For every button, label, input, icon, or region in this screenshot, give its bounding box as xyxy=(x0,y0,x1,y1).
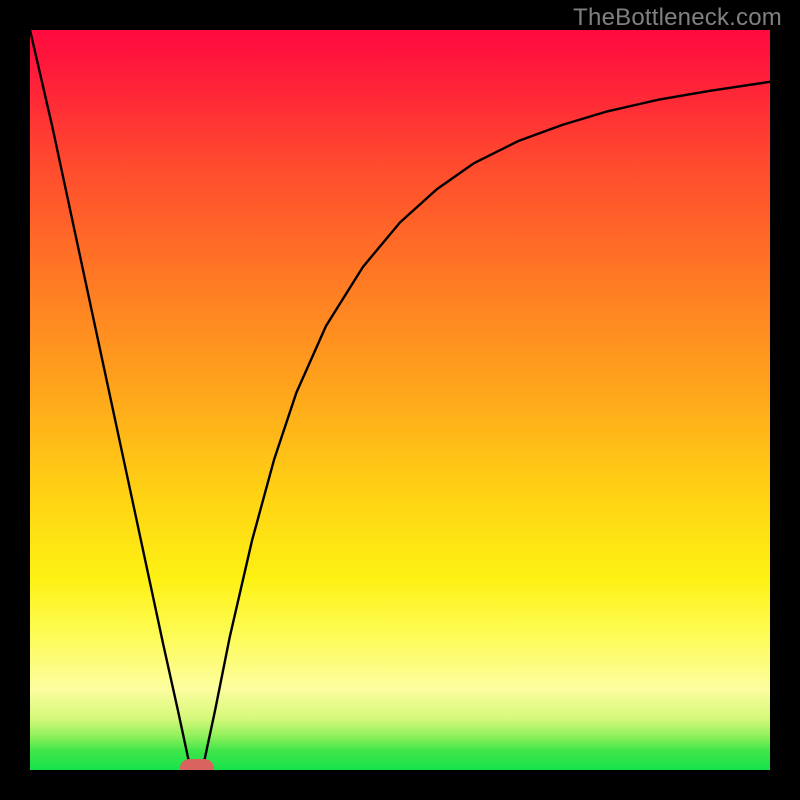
plot-area xyxy=(30,30,770,770)
bottleneck-curve xyxy=(30,30,770,770)
optimum-marker xyxy=(180,759,214,770)
right-branch-line xyxy=(204,82,770,763)
watermark-text: TheBottleneck.com xyxy=(573,4,782,32)
chart-frame: TheBottleneck.com xyxy=(0,0,800,800)
left-branch-line xyxy=(30,30,189,763)
